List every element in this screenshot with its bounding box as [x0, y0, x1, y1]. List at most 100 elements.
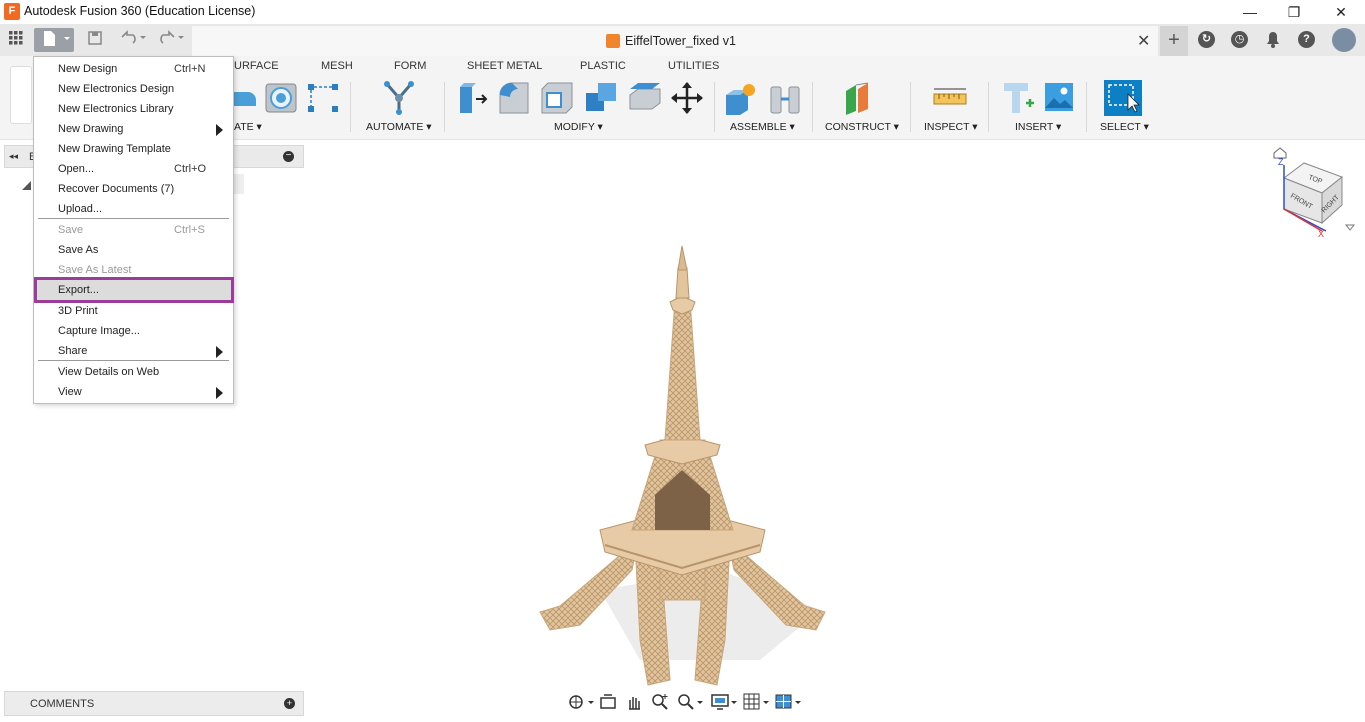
- insert-canvas-icon[interactable]: [1044, 82, 1074, 117]
- menu-item-open[interactable]: Open... Ctrl+O: [34, 159, 233, 179]
- minimize-button[interactable]: —: [1240, 2, 1260, 22]
- pattern-icon[interactable]: [306, 82, 340, 119]
- toolbar-divider: [1086, 82, 1087, 132]
- collapse-browser-icon[interactable]: ◂◂: [9, 151, 18, 162]
- tab-plastic[interactable]: PLASTIC: [580, 60, 626, 72]
- joint-icon[interactable]: [768, 81, 802, 120]
- viewcube[interactable]: TOP FRONT RIGHT Z X: [1266, 145, 1361, 245]
- menu-item-save[interactable]: Save Ctrl+S: [34, 220, 233, 240]
- move-copy-icon[interactable]: [670, 81, 704, 120]
- display-settings-icon[interactable]: [711, 693, 739, 711]
- user-avatar[interactable]: [1332, 28, 1356, 52]
- automate-icon[interactable]: [382, 80, 416, 121]
- submenu-arrow-icon: [216, 124, 223, 136]
- offset-face-icon[interactable]: [628, 81, 662, 120]
- menu-item-new-drawing[interactable]: New Drawing: [34, 119, 233, 139]
- tab-sheet-metal[interactable]: SHEET METAL: [467, 60, 542, 72]
- navigation-bar: [563, 690, 803, 714]
- new-tab-button[interactable]: +: [1160, 26, 1188, 56]
- insert-derive-icon[interactable]: [1002, 81, 1036, 120]
- press-pull-icon[interactable]: [456, 81, 490, 120]
- menu-item-view[interactable]: View: [34, 382, 233, 402]
- fillet-icon[interactable]: [498, 81, 532, 120]
- look-at-icon[interactable]: [599, 693, 617, 711]
- comments-panel: COMMENTS +: [4, 691, 304, 716]
- file-menu-dropdown: New Design Ctrl+N New Electronics Design …: [33, 56, 234, 404]
- hole-icon[interactable]: [264, 82, 298, 119]
- axis-x-label: X: [1318, 229, 1324, 239]
- revolve-icon[interactable]: [234, 82, 256, 119]
- close-window-button[interactable]: ✕: [1331, 2, 1351, 22]
- menu-item-3d-print[interactable]: 3D Print: [34, 301, 233, 321]
- grid-settings-icon[interactable]: [743, 693, 771, 711]
- menu-item-save-as[interactable]: Save As: [34, 240, 233, 260]
- combine-icon[interactable]: [584, 81, 618, 120]
- close-tab-button[interactable]: ✕: [1137, 31, 1150, 51]
- fusion-logo-icon: F: [4, 3, 20, 20]
- submenu-arrow-icon: [216, 346, 223, 358]
- menu-item-capture-image[interactable]: Capture Image...: [34, 321, 233, 341]
- save-icon[interactable]: [86, 28, 104, 52]
- shell-icon[interactable]: [540, 81, 574, 120]
- menu-item-view-details-on-web[interactable]: View Details on Web: [34, 362, 233, 382]
- menu-separator: [38, 360, 229, 361]
- workspace-switcher[interactable]: [10, 66, 32, 124]
- tab-mesh[interactable]: MESH: [321, 60, 353, 72]
- menu-item-export[interactable]: Export...: [34, 277, 234, 303]
- menu-item-share[interactable]: Share: [34, 341, 233, 361]
- new-component-icon[interactable]: [724, 81, 758, 120]
- create-group-label[interactable]: ATE ▾: [234, 121, 262, 133]
- browser-minimize-icon[interactable]: −: [283, 151, 294, 162]
- document-title: EiffelTower_fixed v1: [625, 34, 736, 48]
- notifications-bell-icon[interactable]: [1265, 31, 1281, 53]
- measure-icon[interactable]: [933, 86, 967, 115]
- pan-hand-icon[interactable]: [625, 693, 643, 711]
- automate-group-label[interactable]: AUTOMATE ▾: [366, 121, 432, 133]
- select-icon[interactable]: [1104, 80, 1142, 121]
- toolbar-divider: [910, 82, 911, 132]
- submenu-arrow-icon: [216, 387, 223, 399]
- viewports-icon[interactable]: [775, 693, 803, 711]
- menu-item-save-as-latest[interactable]: Save As Latest: [34, 260, 233, 280]
- window-title: Autodesk Fusion 360 (Education License): [24, 4, 256, 18]
- menu-item-new-electronics-design[interactable]: New Electronics Design: [34, 79, 233, 99]
- menu-item-new-drawing-template[interactable]: New Drawing Template: [34, 139, 233, 159]
- add-comment-button[interactable]: +: [284, 698, 295, 709]
- comments-label: COMMENTS: [30, 698, 95, 710]
- toolbar-divider: [988, 82, 989, 132]
- menu-item-upload[interactable]: Upload...: [34, 199, 233, 219]
- insert-group-label[interactable]: INSERT ▾: [1015, 121, 1061, 133]
- tab-utilities[interactable]: UTILITIES: [668, 60, 719, 72]
- menu-item-new-electronics-library[interactable]: New Electronics Library: [34, 99, 233, 119]
- zoom-icon[interactable]: [651, 693, 669, 711]
- toolbar-divider: [444, 82, 445, 132]
- undo-icon[interactable]: [118, 28, 148, 52]
- assemble-group-label[interactable]: ASSEMBLE ▾: [730, 121, 795, 133]
- select-group-label[interactable]: SELECT ▾: [1100, 121, 1149, 133]
- redo-icon[interactable]: [158, 28, 188, 52]
- file-menu-button[interactable]: [34, 28, 74, 52]
- eiffel-tower-model[interactable]: [520, 240, 850, 695]
- offset-plane-icon[interactable]: [844, 81, 878, 120]
- tree-expand-icon[interactable]: [20, 178, 32, 196]
- fit-zoom-icon[interactable]: [677, 693, 705, 711]
- inspect-group-label[interactable]: INSPECT ▾: [924, 121, 978, 133]
- document-tab-title[interactable]: EiffelTower_fixed v1: [606, 34, 736, 48]
- menu-item-new-design[interactable]: New Design Ctrl+N: [34, 59, 233, 79]
- menu-item-recover-documents[interactable]: Recover Documents (7): [34, 179, 233, 199]
- toolbar-divider: [714, 82, 715, 132]
- toolbar-divider: [350, 82, 351, 132]
- clock-icon[interactable]: ◷: [1231, 31, 1248, 48]
- design-document-icon: [606, 34, 620, 48]
- construct-group-label[interactable]: CONSTRUCT ▾: [825, 121, 899, 133]
- tab-surface[interactable]: URFACE: [234, 60, 279, 72]
- toolbar-divider: [812, 82, 813, 132]
- restore-button[interactable]: ❐: [1284, 2, 1304, 22]
- tab-form[interactable]: FORM: [394, 60, 426, 72]
- help-icon[interactable]: ?: [1298, 31, 1315, 48]
- orbit-icon[interactable]: [567, 693, 595, 711]
- apps-grid-icon[interactable]: [6, 28, 26, 52]
- title-bar: F Autodesk Fusion 360 (Education License…: [0, 0, 1365, 24]
- modify-group-label[interactable]: MODIFY ▾: [554, 121, 603, 133]
- job-status-icon[interactable]: ↻: [1198, 31, 1215, 48]
